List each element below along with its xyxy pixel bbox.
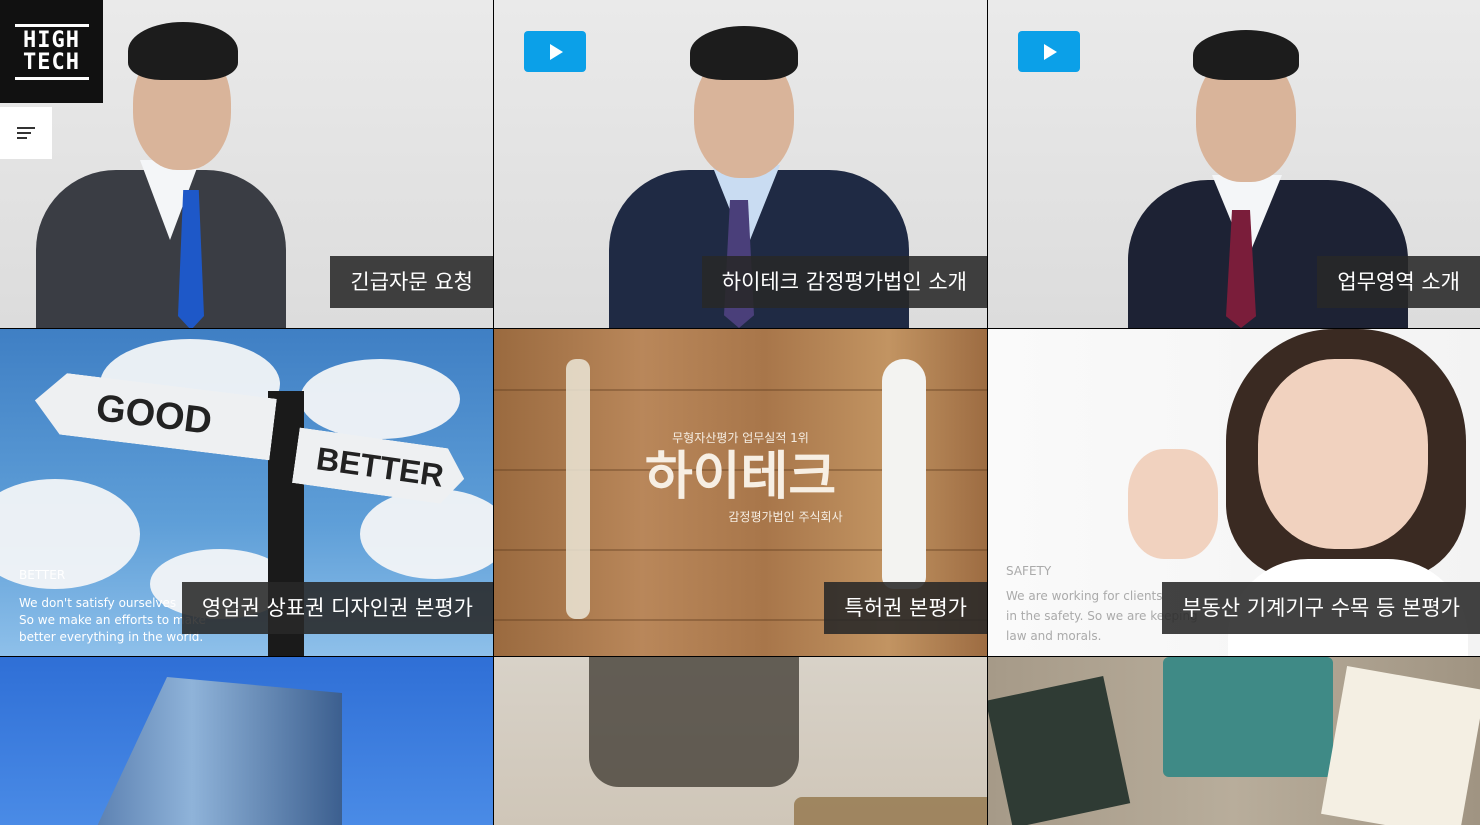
tile-caption[interactable]: 업무영역 소개 bbox=[1317, 256, 1480, 308]
emblem-top-text: 무형자산평가 업무실적 1위 bbox=[672, 431, 809, 445]
overlay-title: BETTER bbox=[19, 568, 66, 582]
emblem-sub-text: 감정평가법인 주식회사 bbox=[728, 510, 843, 524]
tile-caption[interactable]: 부동산 기계기구 수목 등 본평가 bbox=[1162, 582, 1480, 634]
center-emblem: 무형자산평가 업무실적 1위 하이테크 감정평가법인 주식회사 bbox=[494, 429, 987, 525]
tile-caption[interactable]: 영업권 상표권 디자인권 본평가 bbox=[181, 582, 493, 634]
tile-caption[interactable]: 특허권 본평가 bbox=[824, 582, 987, 634]
logo-line2: TECH bbox=[23, 49, 80, 75]
tile-patent[interactable]: 무형자산평가 업무실적 1위 하이테크 감정평가법인 주식회사 특허권 본평가 bbox=[494, 329, 987, 656]
hamburger-icon bbox=[17, 124, 35, 142]
overlay-line: better everything in the world. bbox=[19, 630, 204, 644]
logo-bar bbox=[14, 76, 89, 80]
emblem-brand: 하이테크 bbox=[644, 447, 837, 507]
typewriter-photo bbox=[1163, 657, 1333, 777]
overlay-block: BETTER We don't satisfy ourselves So we … bbox=[19, 568, 206, 646]
menu-button[interactable] bbox=[0, 107, 52, 159]
overlay-line: We don't satisfy ourselves bbox=[19, 596, 177, 610]
logo-line1: HIGH bbox=[23, 27, 80, 53]
ink-bottle-photo bbox=[589, 657, 799, 787]
notebook-photo bbox=[1321, 665, 1480, 825]
tile-ink-bottle[interactable] bbox=[494, 657, 987, 825]
logo-bar bbox=[14, 23, 89, 27]
signpost-better: BETTER bbox=[292, 427, 468, 506]
tile-company-intro-video[interactable]: 하이테크 감정평가법인 소개 bbox=[494, 0, 987, 328]
tile-building[interactable] bbox=[0, 657, 493, 825]
hightech-logo[interactable]: HIGH TECH bbox=[0, 0, 103, 103]
building-photo bbox=[92, 677, 342, 825]
tile-caption[interactable]: 긴급자문 요청 bbox=[330, 256, 493, 308]
book-photo bbox=[988, 675, 1131, 825]
tile-goodwill-trademark[interactable]: GOOD BETTER BETTER We don't satisfy ours… bbox=[0, 329, 493, 656]
tile-typewriter[interactable] bbox=[988, 657, 1480, 825]
tile-business-area-video[interactable]: 업무영역 소개 bbox=[988, 0, 1480, 328]
sign-better-text: BETTER bbox=[314, 439, 446, 494]
overlay-line: So we make an efforts to make bbox=[19, 613, 206, 627]
sign-good-text: GOOD bbox=[93, 386, 215, 443]
overlay-title: SAFETY bbox=[1006, 564, 1052, 578]
tile-grid: 긴급자문 요청 하이테크 감정평가법인 소개 업무영역 소개 GOOD BETT… bbox=[0, 0, 1480, 825]
tile-real-estate[interactable]: SAFETY We are working for clients in the… bbox=[988, 329, 1480, 656]
tile-caption[interactable]: 하이테크 감정평가법인 소개 bbox=[701, 256, 987, 308]
